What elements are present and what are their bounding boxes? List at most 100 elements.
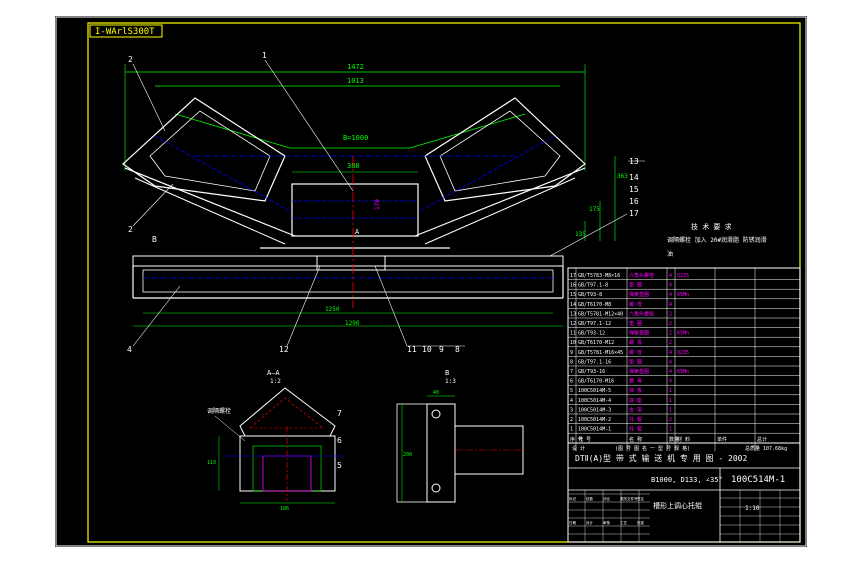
- side-label-17: 17: [629, 209, 639, 218]
- view-b-title: B: [445, 369, 449, 377]
- parts-cell: 垫 圈: [629, 358, 642, 365]
- dim-height-1: 363: [617, 173, 628, 180]
- parts-cell: 托 辊: [629, 426, 642, 433]
- parts-header2: 设 计: [572, 445, 585, 452]
- view-b-dim-200: 200: [403, 452, 412, 458]
- section-aa-dim-110: 110: [207, 460, 216, 466]
- parts-cell: 螺 栓: [629, 349, 642, 356]
- part-label-2b: 2: [128, 225, 133, 234]
- section-aa-note: 调隔螺栓: [207, 407, 231, 415]
- parts-cell: 2: [669, 417, 672, 423]
- parts-cell: GB/T97.1-12: [578, 321, 611, 327]
- title-small-cell: 签名: [637, 496, 644, 501]
- parts-cell: 4: [669, 379, 672, 385]
- dim-center-height: 170: [374, 199, 381, 210]
- section-aa-label-5: 5: [337, 461, 342, 470]
- section-aa: A—A 1:2 调隔螺栓 7 6 5 110 186: [207, 369, 345, 512]
- parts-cell: 13: [570, 311, 576, 317]
- parts-cell: 1: [669, 407, 672, 413]
- title-block: DTⅡ(A)型 带 式 输 送 机 专 用 图 - 2002 B1000, D1…: [567, 442, 801, 543]
- parts-cell: 100C5014M-2: [578, 417, 611, 423]
- part-label-12: 12: [279, 345, 289, 354]
- parts-cell: 17: [570, 273, 576, 279]
- parts-cell: 垫 圈: [629, 282, 642, 289]
- title-small-cell: 处数: [586, 496, 594, 501]
- title-small-cell: 更改文件号: [620, 496, 638, 501]
- dim-height-2: 175: [589, 206, 600, 213]
- parts-cell: 4: [669, 273, 672, 279]
- section-aa-label-7: 7: [337, 409, 342, 418]
- parts-cell: Q235: [677, 350, 689, 356]
- parts-cell: 2: [669, 311, 672, 317]
- part-label-11: 11: [407, 345, 417, 354]
- view-b-scale: 1:3: [445, 378, 456, 385]
- side-label-14: 14: [629, 173, 639, 182]
- parts-cell: 65Mn: [677, 331, 689, 337]
- title-small-cell: 设计: [586, 520, 594, 525]
- parts-cell: 14: [570, 302, 576, 308]
- section-mark-b: B: [152, 235, 157, 244]
- parts-cell: 15: [570, 292, 576, 298]
- parts-cell: GB/T6170-M8: [578, 302, 611, 308]
- code-tag: I-WArlS300T: [95, 27, 155, 37]
- part-label-10: 10: [422, 345, 432, 354]
- parts-cell: 4: [570, 398, 573, 404]
- parts-cell: GB/T5781-M12×40: [578, 311, 623, 317]
- view-b-dim-40: 40: [433, 390, 439, 396]
- parts-header: 总计: [757, 436, 767, 443]
- parts-cell: 螺 母: [629, 378, 642, 385]
- parts-cell: 4: [669, 302, 672, 308]
- parts-header2: (图 号 图 名 一 型 号 规 格): [615, 445, 690, 452]
- parts-cell: GB/T97.1-16: [578, 359, 611, 365]
- title-series: DTⅡ(A)型 带 式 输 送 机 专 用 图 - 2002: [575, 453, 747, 463]
- dim-bottom-outer: 1290: [345, 320, 360, 327]
- parts-cell: GB/T97.1-8: [578, 283, 608, 289]
- parts-cell: 12: [570, 321, 576, 327]
- tech-line-2: 油: [667, 250, 673, 258]
- parts-header: 代 号: [578, 436, 591, 443]
- title-small-cell: 审核: [603, 520, 611, 525]
- parts-cell: GB/T93-16: [578, 369, 605, 375]
- tech-title: 技 术 要 求: [691, 222, 732, 231]
- dim-overall-top: 1472: [347, 63, 364, 71]
- parts-cell: GB/T5781-M16×45: [578, 350, 623, 356]
- dim-bottom-inner: 1250: [325, 306, 340, 313]
- part-label-8: 8: [455, 345, 460, 354]
- title-small-cell: 分区: [603, 496, 611, 501]
- parts-cell: 6: [570, 379, 573, 385]
- parts-cell: Q235: [677, 273, 689, 279]
- parts-cell: 1: [669, 388, 672, 394]
- section-aa-dim-186: 186: [280, 506, 289, 512]
- parts-cell: 六角头螺栓: [629, 272, 654, 279]
- parts-cell: 底 座: [629, 397, 642, 404]
- parts-cell: 100C5014M-5: [578, 388, 611, 394]
- parts-cell: 支 架: [629, 406, 642, 413]
- tech-line-1: 调隔螺栓 加入 20#润滑脂 防锈润滑: [667, 236, 767, 244]
- parts-cell: 65Mn: [677, 369, 689, 375]
- title-scale: 1:10: [745, 505, 760, 512]
- title-small-cell: 日期: [569, 520, 577, 525]
- parts-cell: 65Mn: [677, 292, 689, 298]
- section-mark-a: A: [355, 228, 360, 236]
- title-spec: B1000, D133, ∠35°: [651, 476, 723, 484]
- parts-table: 17 GB/T5783-M8×16 六角头螺栓 4 Q23516 GB/T97.1-8 垫 …: [567, 267, 801, 452]
- parts-cell: 100C5014M-4: [578, 398, 611, 404]
- dim-belt-width: B=1000: [343, 134, 368, 142]
- parts-cell: 1: [570, 427, 573, 433]
- parts-cell: 弹簧垫圈: [629, 291, 649, 298]
- parts-cell: GB/T93-12: [578, 331, 605, 337]
- parts-cell: 4: [669, 350, 672, 356]
- parts-cell: 螺 母: [629, 339, 642, 346]
- side-label-16: 16: [629, 197, 639, 206]
- main-view: 1472 1013 B=1000 380 170: [122, 51, 645, 354]
- parts-cell: 4: [669, 359, 672, 365]
- parts-cell: 1: [669, 398, 672, 404]
- parts-cell: 100C5014M-3: [578, 407, 611, 413]
- parts-cell: 托 辊: [629, 416, 642, 423]
- parts-cell: 弹簧垫圈: [629, 368, 649, 375]
- parts-cell: 9: [570, 350, 573, 356]
- parts-cell: 螺 母: [629, 301, 642, 308]
- side-label-15: 15: [629, 185, 639, 194]
- side-label-13: 13: [629, 157, 639, 166]
- parts-cell: 挡 板: [629, 387, 642, 394]
